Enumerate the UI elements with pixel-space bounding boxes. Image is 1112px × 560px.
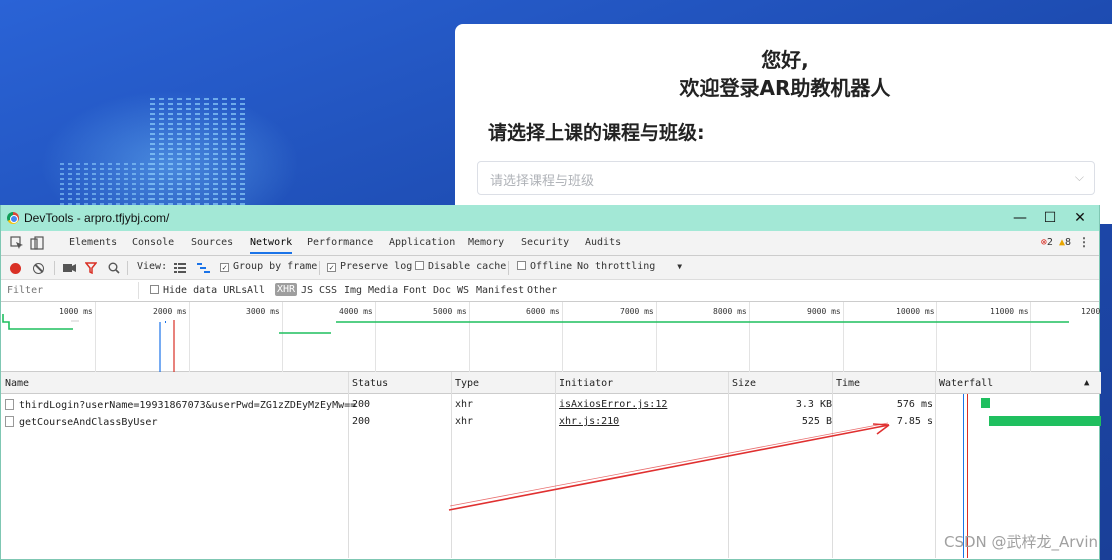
type-filter-css[interactable]: CSS bbox=[319, 285, 337, 296]
course-select-placeholder: 请选择课程与班级 bbox=[490, 174, 595, 189]
type-filter-other[interactable]: Other bbox=[527, 285, 557, 296]
csdn-watermark: CSDN @武梓龙_Arvin bbox=[943, 533, 1098, 551]
disable-cache-checkbox[interactable]: Disable cache bbox=[415, 261, 506, 272]
window-title: DevTools - arpro.tfjybj.com/ bbox=[24, 211, 170, 225]
type-filter-font[interactable]: Font bbox=[403, 285, 427, 296]
type-filter-media[interactable]: Media bbox=[368, 285, 398, 296]
error-count: 2 bbox=[1046, 237, 1053, 248]
login-card: 您好, 欢迎登录AR助教机器人 请选择上课的课程与班级: 请选择课程与班级 ⌵ bbox=[455, 24, 1112, 224]
tab-network[interactable]: Network bbox=[250, 237, 293, 254]
toolbar-divider bbox=[319, 261, 320, 275]
maximize-button[interactable]: ☐ bbox=[1037, 208, 1063, 228]
clear-icon[interactable] bbox=[33, 263, 44, 274]
type-filter-ws[interactable]: WS bbox=[457, 285, 469, 296]
toolbar-divider bbox=[508, 261, 509, 275]
device-toolbar-icon[interactable] bbox=[30, 236, 44, 250]
minimize-button[interactable]: — bbox=[1007, 208, 1033, 228]
dropdown-arrow-icon: ▼ bbox=[677, 262, 683, 271]
toolbar-divider bbox=[54, 261, 55, 275]
throttling-select[interactable]: No throttling ▼ bbox=[577, 261, 682, 272]
search-icon[interactable] bbox=[108, 262, 120, 274]
devtools-titlebar[interactable]: DevTools - arpro.tfjybj.com/ — ☐ ✕ bbox=[1, 205, 1099, 231]
throttling-value: No throttling bbox=[577, 261, 656, 272]
tab-sources[interactable]: Sources bbox=[191, 237, 233, 248]
checkbox-checked-icon: ✓ bbox=[220, 263, 229, 272]
checkbox-unchecked-icon bbox=[517, 261, 526, 270]
large-rows-icon[interactable] bbox=[174, 263, 186, 273]
close-button[interactable]: ✕ bbox=[1067, 208, 1093, 228]
red-annotation-arrow bbox=[448, 422, 890, 511]
more-options-icon[interactable]: ⋮ bbox=[1078, 235, 1090, 249]
waterfall-overview-icon[interactable] bbox=[197, 263, 210, 273]
network-toolbar: View: ✓ Group by frame ✓ Preserve log Disa… bbox=[1, 256, 1099, 280]
background-bars-graphic-small bbox=[60, 160, 150, 205]
devtools-tabbar: Elements Console Sources Network Perform… bbox=[1, 231, 1099, 256]
disable-cache-label: Disable cache bbox=[428, 261, 507, 272]
course-prompt: 请选择上课的课程与班级: bbox=[488, 122, 705, 144]
type-filter-js[interactable]: JS bbox=[301, 285, 313, 296]
group-by-frame-label: Group by frame bbox=[233, 261, 318, 272]
network-request-table: Name Status Type Initiator Size Time Wat… bbox=[1, 372, 1101, 558]
record-button[interactable] bbox=[10, 263, 21, 274]
devtools-window: DevTools - arpro.tfjybj.com/ — ☐ ✕ Eleme… bbox=[0, 205, 1101, 560]
course-select[interactable]: 请选择课程与班级 ⌵ bbox=[477, 161, 1095, 195]
tab-performance[interactable]: Performance bbox=[307, 237, 373, 248]
view-label: View: bbox=[137, 261, 168, 272]
screenshot-camera-icon[interactable] bbox=[63, 262, 76, 273]
type-filter-xhr[interactable]: XHR bbox=[275, 283, 298, 296]
inspect-element-icon[interactable] bbox=[10, 236, 24, 250]
offline-label: Offline bbox=[530, 261, 573, 272]
background-bars-graphic bbox=[150, 95, 245, 205]
timeline-traces bbox=[2, 314, 1069, 372]
tab-elements[interactable]: Elements bbox=[69, 237, 117, 248]
hide-data-urls-checkbox[interactable]: Hide data URLs bbox=[150, 285, 247, 296]
type-filter-all[interactable]: All bbox=[247, 285, 265, 296]
tab-application[interactable]: Application bbox=[389, 237, 455, 248]
preserve-log-checkbox[interactable]: ✓ Preserve log bbox=[327, 261, 412, 272]
type-filter-manifest[interactable]: Manifest bbox=[476, 285, 524, 296]
filter-funnel-icon[interactable] bbox=[85, 262, 97, 274]
network-overview-timeline[interactable]: 1000 ms 2000 ms 3000 ms 4000 ms 5000 ms … bbox=[1, 302, 1100, 372]
network-filterbar: Hide data URLs All XHR JS CSS Img Media … bbox=[1, 280, 1099, 302]
tab-memory[interactable]: Memory bbox=[468, 237, 504, 248]
checkbox-checked-icon: ✓ bbox=[327, 263, 336, 272]
type-filter-img[interactable]: Img bbox=[344, 285, 362, 296]
preserve-log-label: Preserve log bbox=[340, 261, 413, 272]
hide-data-urls-label: Hide data URLs bbox=[163, 285, 248, 296]
warning-count: 8 bbox=[1064, 237, 1071, 248]
chevron-down-icon: ⌵ bbox=[1074, 170, 1084, 184]
type-filter-doc[interactable]: Doc bbox=[433, 285, 451, 296]
checkbox-unchecked-icon bbox=[415, 261, 424, 270]
checkbox-unchecked-icon bbox=[150, 285, 159, 294]
error-warning-counter[interactable]: ⊗2 ▲8 bbox=[1041, 237, 1071, 248]
tab-security[interactable]: Security bbox=[521, 237, 569, 248]
tab-audits[interactable]: Audits bbox=[585, 237, 621, 248]
tab-console[interactable]: Console bbox=[132, 237, 174, 248]
toolbar-divider bbox=[127, 261, 128, 275]
filter-input[interactable] bbox=[3, 282, 139, 299]
greeting-line1: 您好, bbox=[761, 48, 809, 72]
offline-checkbox[interactable]: Offline bbox=[517, 261, 572, 272]
chrome-icon bbox=[7, 212, 19, 224]
group-by-frame-checkbox[interactable]: ✓ Group by frame bbox=[220, 261, 317, 272]
greeting-line2: 欢迎登录AR助教机器人 bbox=[679, 76, 891, 100]
